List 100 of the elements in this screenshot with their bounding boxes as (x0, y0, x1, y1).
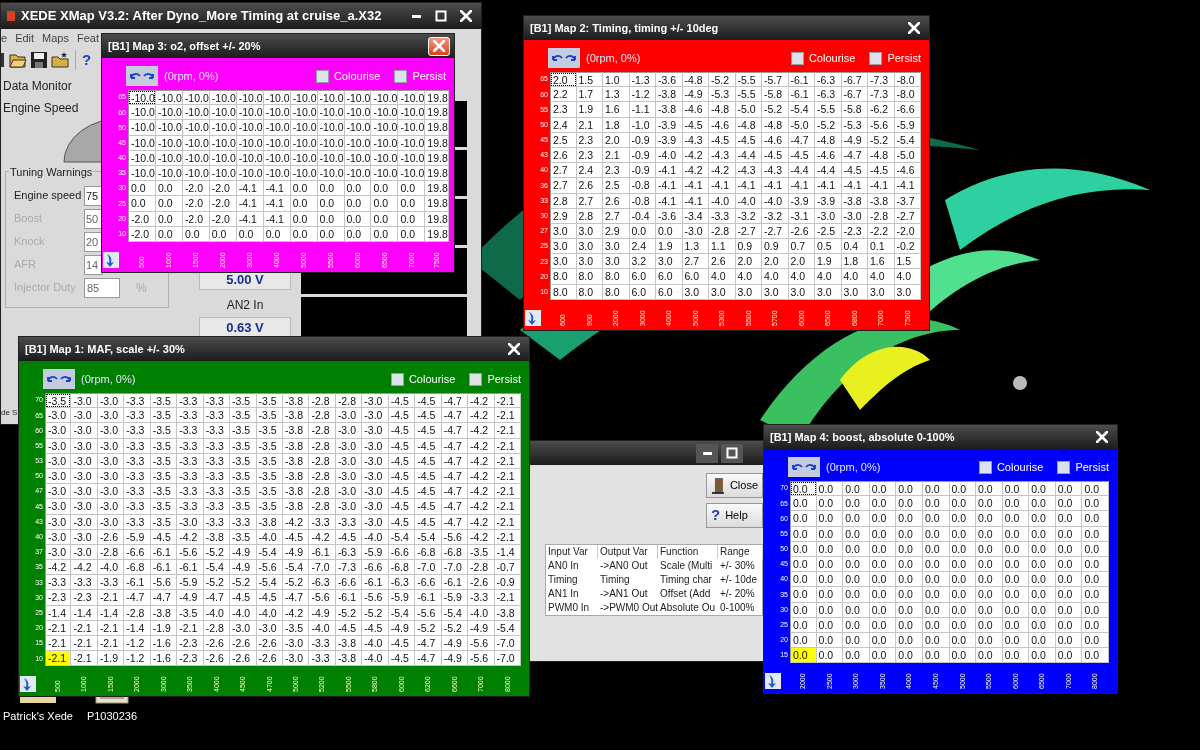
table-cell[interactable]: 0.0 (896, 511, 923, 527)
table-cell[interactable]: -6.1 (335, 590, 363, 606)
table-cell[interactable]: -4.5 (388, 423, 416, 439)
table-cell[interactable]: -3.5 (230, 423, 257, 439)
table-cell[interactable]: 0.0 (128, 196, 156, 212)
table-cell[interactable]: -3.8 (283, 499, 310, 515)
table-cell[interactable]: 0.0 (398, 196, 426, 212)
table-cell[interactable]: -4.0 (362, 636, 389, 652)
table-cell[interactable]: 2.6 (576, 178, 603, 194)
table-cell[interactable]: -1.3 (629, 72, 656, 88)
table-cell[interactable]: 1.3 (603, 87, 630, 103)
table-cell[interactable]: 3.0 (603, 239, 630, 255)
table-cell[interactable]: -6.6 (894, 102, 921, 118)
checkbox[interactable] (469, 372, 483, 386)
table-cell[interactable]: 0.0 (290, 196, 318, 212)
table-cell[interactable]: -6.8 (388, 560, 416, 576)
table-cell[interactable]: -5.3 (709, 87, 736, 103)
table-cell[interactable]: -4.9 (441, 651, 469, 667)
table-cell[interactable]: 0.0 (1002, 511, 1030, 527)
table-cell[interactable]: 0.0 (949, 496, 977, 512)
table-cell[interactable]: -10.0 (290, 105, 318, 121)
table-cell[interactable]: 0.0 (976, 481, 1003, 497)
table-cell[interactable]: 3.0 (550, 254, 577, 270)
table-cell[interactable]: -2.1 (71, 636, 98, 652)
column-header[interactable]: Range (718, 545, 763, 559)
table-cell[interactable]: -4.1 (788, 178, 815, 194)
table-cell[interactable]: -3.3 (71, 575, 98, 591)
table-cell[interactable]: 0.0 (1082, 587, 1109, 603)
table-cell[interactable]: 0.0 (869, 587, 897, 603)
table-cell[interactable]: -2.3 (45, 590, 72, 606)
table-cell[interactable]: 0.0 (1002, 481, 1030, 497)
table-cell[interactable]: -3.3 (177, 393, 204, 409)
table-cell[interactable]: -6.3 (388, 575, 416, 591)
table-cell[interactable]: -7.0 (415, 560, 442, 576)
table-cell[interactable]: -4.5 (415, 408, 442, 424)
table-cell[interactable]: -6.6 (335, 575, 363, 591)
table-cell[interactable]: -3.0 (45, 408, 72, 424)
table-cell[interactable]: -6.3 (309, 575, 336, 591)
table-cell[interactable]: -3.3 (309, 636, 336, 652)
table-cell[interactable]: 0.0 (344, 196, 372, 212)
table-cell[interactable]: -4.1 (841, 178, 868, 194)
table-cell[interactable]: -5.4 (203, 560, 231, 576)
help-button[interactable]: ? (82, 48, 92, 72)
table-cell[interactable]: -10.0 (290, 90, 318, 106)
table-cell[interactable]: -2.1 (97, 636, 125, 652)
table-cell[interactable]: -2.8 (309, 423, 336, 439)
table-cell[interactable]: 0.0 (1029, 496, 1056, 512)
table-cell[interactable]: 4.0 (868, 269, 895, 285)
table-cell[interactable]: -4.7 (441, 484, 469, 500)
table-cell[interactable]: -4.7 (150, 590, 178, 606)
table-cell[interactable]: -4.1 (236, 181, 264, 197)
table-cell[interactable]: 1.7 (576, 87, 603, 103)
table-cell[interactable]: -7.0 (494, 636, 521, 652)
table-cell[interactable]: -10.0 (398, 105, 426, 121)
table-cell[interactable]: 1.5 (894, 254, 921, 270)
table-cell[interactable]: -10.0 (155, 120, 183, 136)
table-cell[interactable]: -7.0 (494, 651, 521, 667)
table-cell[interactable]: -3.0 (97, 484, 125, 500)
table-cell[interactable]: -10.0 (182, 90, 210, 106)
table-cell[interactable]: -4.2 (468, 499, 495, 515)
table-cell[interactable]: -6.1 (788, 72, 815, 88)
table-cell[interactable]: -3.0 (71, 408, 98, 424)
table-cell[interactable]: -3.0 (71, 423, 98, 439)
table-cell[interactable]: -10.0 (344, 120, 372, 136)
table-cell[interactable]: -4.4 (815, 163, 842, 179)
table-cell[interactable]: -10.0 (371, 90, 399, 106)
table-cell[interactable]: 0.0 (869, 572, 897, 588)
table-cell[interactable]: 3.0 (576, 239, 603, 255)
table-cell[interactable]: 0.0 (790, 511, 817, 527)
table-cell[interactable]: -3.0 (45, 484, 72, 500)
table-cell[interactable]: -2.0 (182, 196, 210, 212)
table-cell[interactable]: -5.8 (762, 87, 789, 103)
table-cell[interactable]: -2.6 (203, 636, 231, 652)
table-cell[interactable]: -2.3 (177, 636, 204, 652)
table-cell[interactable]: -2.1 (494, 484, 521, 500)
table-cell[interactable]: -3.3 (203, 484, 231, 500)
table-cell[interactable]: -4.2 (682, 163, 709, 179)
table-cell[interactable]: -10.0 (344, 105, 372, 121)
table-cell[interactable]: -4.2 (45, 560, 72, 576)
desktop-icon-label[interactable]: Patrick's Xede (3, 708, 73, 725)
table-cell[interactable]: 0.0 (843, 481, 870, 497)
table-cell[interactable]: -3.5 (45, 393, 72, 409)
table-cell[interactable]: -6.3 (815, 87, 842, 103)
table-cell[interactable]: -2.0 (209, 181, 237, 197)
table-cell[interactable]: -2.6 (468, 575, 495, 591)
table-cell[interactable]: -5.7 (762, 72, 789, 88)
table-cell[interactable]: -10.0 (263, 90, 291, 106)
table-cell[interactable]: -3.0 (97, 423, 125, 439)
table-cell[interactable]: -3.0 (283, 636, 310, 652)
checkbox[interactable] (394, 69, 408, 83)
table-cell[interactable]: 6.0 (629, 269, 656, 285)
table-cell[interactable]: 2.6 (709, 254, 736, 270)
table-cell[interactable]: 2.4 (629, 239, 656, 255)
table-cell[interactable]: -5.6 (309, 590, 336, 606)
table-cell[interactable]: 0.0 (869, 511, 897, 527)
table-cell[interactable]: -3.5 (230, 484, 257, 500)
table-cell[interactable]: -2.1 (97, 590, 125, 606)
table-cell[interactable]: -3.8 (656, 87, 683, 103)
table-cell[interactable]: -10.0 (398, 90, 426, 106)
table-cell[interactable]: -4.0 (97, 560, 125, 576)
